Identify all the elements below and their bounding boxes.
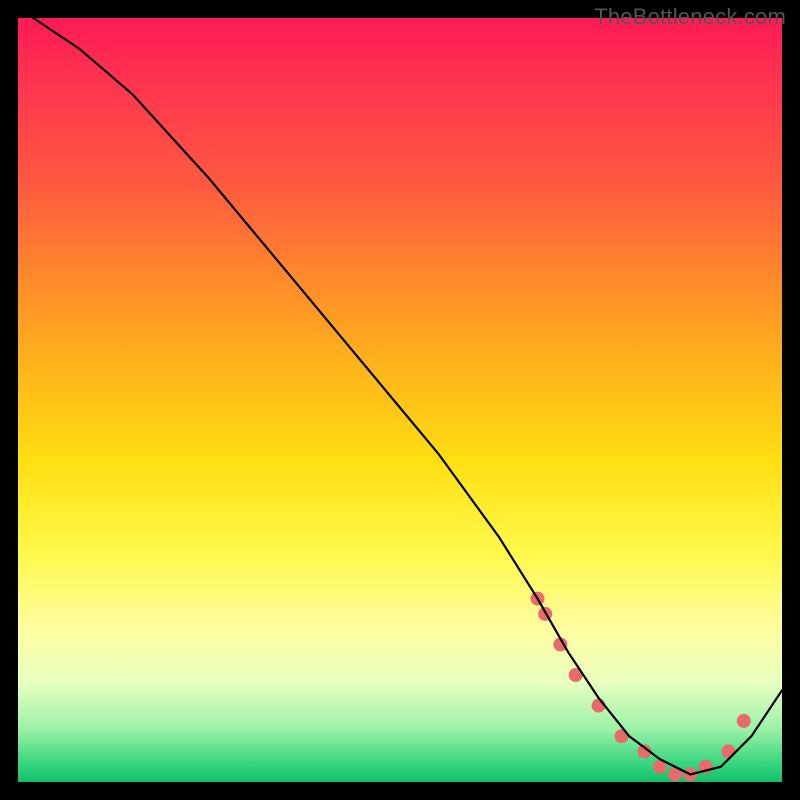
marker-dot (737, 714, 751, 728)
watermark-label: TheBottleneck.com (594, 4, 786, 30)
curve-line (33, 18, 782, 774)
chart-overlay (0, 0, 800, 800)
marker-layer (531, 592, 751, 782)
marker-dot (722, 744, 736, 758)
chart-canvas: TheBottleneck.com (0, 0, 800, 800)
